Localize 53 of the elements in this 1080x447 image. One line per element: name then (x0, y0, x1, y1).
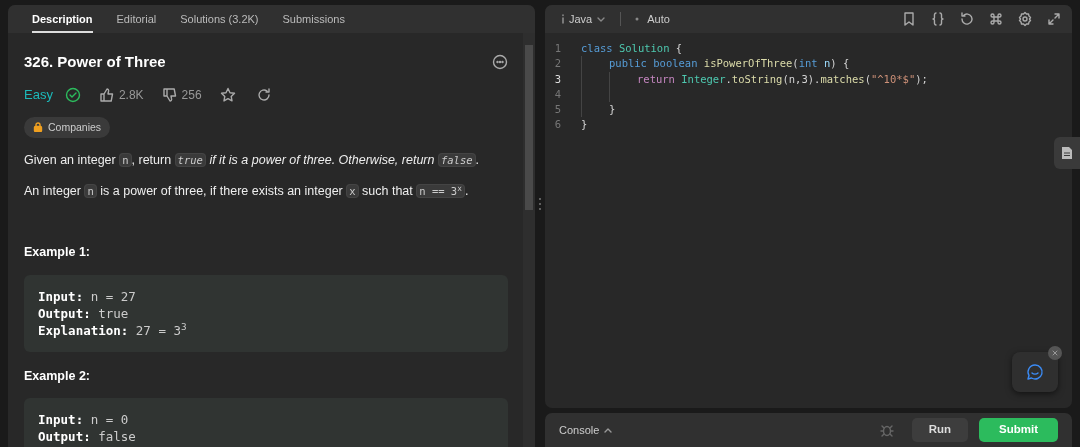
problem-statement: Given an integer n , return true if it is a power of three. Otherwise, return false . (24, 152, 481, 170)
example-heading: Example 2: (24, 367, 91, 385)
line-number: 4 (553, 86, 562, 102)
expand-icon[interactable] (1046, 11, 1062, 27)
tab[interactable]: Description (20, 5, 105, 33)
problem-title: 326. Power of Three (24, 53, 166, 71)
line-number: 3 (553, 71, 562, 87)
code-line: class Solution { (581, 41, 683, 56)
example-line: Explanation: 27 = 3$^{3}$ (38, 321, 188, 339)
line-number: 1 (553, 41, 562, 56)
chat-icon (1026, 363, 1044, 381)
resize-handle[interactable] (538, 196, 542, 212)
tab[interactable]: Solutions (3.2K) (168, 5, 271, 33)
console-toggle[interactable]: Console (559, 421, 614, 439)
close-icon[interactable] (1048, 346, 1062, 360)
mode-label: Auto (647, 11, 670, 27)
run-button[interactable]: Run (911, 418, 968, 442)
example-line: Output: false (38, 428, 137, 446)
code-line: } (609, 102, 616, 118)
difficulty-label: Easy (24, 86, 53, 104)
example-line: Input: n = 0 (38, 411, 130, 429)
share-icon[interactable] (255, 86, 272, 103)
dislike-count: 256 (181, 86, 202, 104)
document-icon (1061, 146, 1073, 160)
more-icon[interactable] (492, 54, 508, 70)
example-heading: Example 1: (24, 243, 91, 261)
chat-button[interactable] (1012, 352, 1058, 392)
example-line: Output: true (38, 304, 130, 322)
star-icon[interactable] (219, 86, 236, 103)
reset-icon[interactable] (959, 11, 975, 27)
command-icon[interactable] (988, 11, 1004, 27)
code-line: return Integer.toString(n,3).matches("^10*$"); (637, 71, 928, 87)
line-number: 5 (553, 102, 562, 118)
code-line: } (581, 117, 588, 133)
like-count: 2.8K (118, 86, 144, 104)
thumbs-up-icon[interactable] (98, 86, 115, 103)
info-icon (561, 14, 565, 24)
line-number: 2 (553, 56, 562, 72)
companies-tag[interactable]: Companies (24, 116, 111, 139)
scrollbar[interactable] (523, 33, 535, 447)
example-line: Input: n = 27 (38, 287, 137, 305)
line-number: 6 (553, 117, 562, 133)
notes-button[interactable] (1054, 137, 1080, 169)
language-dropdown[interactable]: Java (561, 10, 607, 28)
problem-statement: An integer n is a power of three, if there exists an integer x such that n == 3$^{x}$ . (24, 183, 470, 201)
code-line: public boolean isPowerOfThree(int n) { (609, 56, 850, 72)
settings-icon[interactable] (1017, 11, 1033, 27)
lock-icon (33, 122, 43, 133)
braces-icon[interactable] (930, 11, 946, 27)
tab[interactable]: Submissions (270, 5, 357, 33)
bookmark-icon[interactable] (901, 11, 917, 27)
thumbs-down-icon[interactable] (161, 86, 178, 103)
tab[interactable]: Editorial (104, 5, 169, 33)
